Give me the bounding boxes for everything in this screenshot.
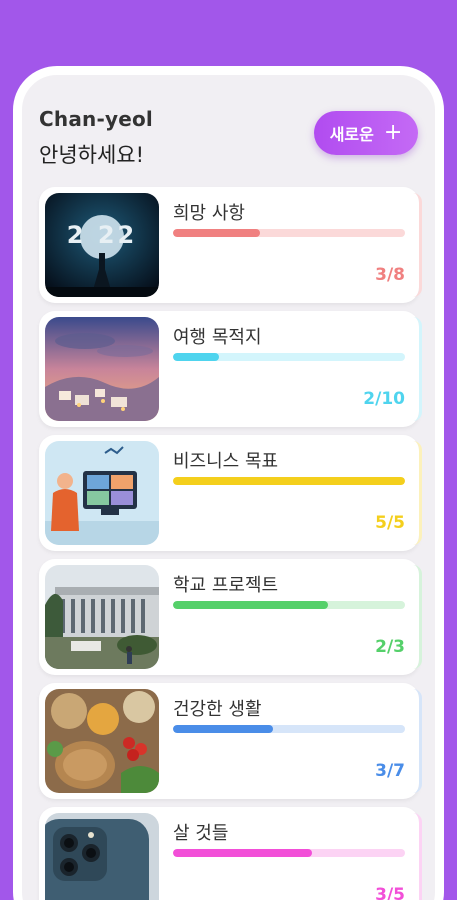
goal-count: 3/5 <box>375 885 405 900</box>
video-call-image <box>45 441 159 545</box>
progress-bar <box>173 229 405 237</box>
goal-count: 3/7 <box>375 761 405 781</box>
progress-fill <box>173 849 313 857</box>
healthy-food-image <box>45 689 159 793</box>
greeting: 안녕하세요! <box>39 143 145 167</box>
new-button-label: 새로운 <box>329 125 374 144</box>
goal-title: 여행 목적지 <box>173 327 262 348</box>
progress-fill <box>173 601 328 609</box>
user-name: Chan-yeol <box>39 107 153 131</box>
progress-fill <box>173 477 405 485</box>
goal-list: 2 22 희망 사항 3/8 여행 목적지 2/10 비즈니스 목표 5/5 학… <box>39 187 422 900</box>
progress-bar <box>173 353 405 361</box>
header: Chan-yeol 안녕하세요! 새로운 + <box>39 107 418 177</box>
progress-bar <box>173 477 405 485</box>
progress-fill <box>173 229 260 237</box>
goal-title: 학교 프로젝트 <box>173 575 279 596</box>
goal-card-business[interactable]: 비즈니스 목표 5/5 <box>39 435 422 551</box>
goal-card-shopping[interactable]: 살 것들 3/5 <box>39 807 422 900</box>
goal-count: 5/5 <box>375 513 405 533</box>
progress-bar <box>173 725 405 733</box>
plus-icon: + <box>383 120 403 145</box>
progress-fill <box>173 725 273 733</box>
app-screen: Chan-yeol 안녕하세요! 새로운 + 2 22 희망 사항 3/8 여행… <box>13 66 444 900</box>
goal-card-health[interactable]: 건강한 생활 3/7 <box>39 683 422 799</box>
santorini-image <box>45 317 159 421</box>
goal-count: 3/8 <box>375 265 405 285</box>
school-building-image <box>45 565 159 669</box>
goal-card-school[interactable]: 학교 프로젝트 2/3 <box>39 559 422 675</box>
phone-image <box>45 813 159 900</box>
progress-fill <box>173 353 220 361</box>
goal-title: 건강한 생활 <box>173 699 262 720</box>
moon-2022-image: 2 22 <box>45 193 159 297</box>
goal-count: 2/3 <box>375 637 405 657</box>
goal-card-travel[interactable]: 여행 목적지 2/10 <box>39 311 422 427</box>
svg-text:2 22: 2 22 <box>67 221 137 249</box>
goal-card-wishes[interactable]: 2 22 희망 사항 3/8 <box>39 187 422 303</box>
goal-title: 비즈니스 목표 <box>173 451 279 472</box>
goal-title: 희망 사항 <box>173 203 245 224</box>
progress-bar <box>173 601 405 609</box>
goal-title: 살 것들 <box>173 823 229 844</box>
goal-count: 2/10 <box>363 389 405 409</box>
progress-bar <box>173 849 405 857</box>
new-list-button[interactable]: 새로운 + <box>314 111 418 155</box>
